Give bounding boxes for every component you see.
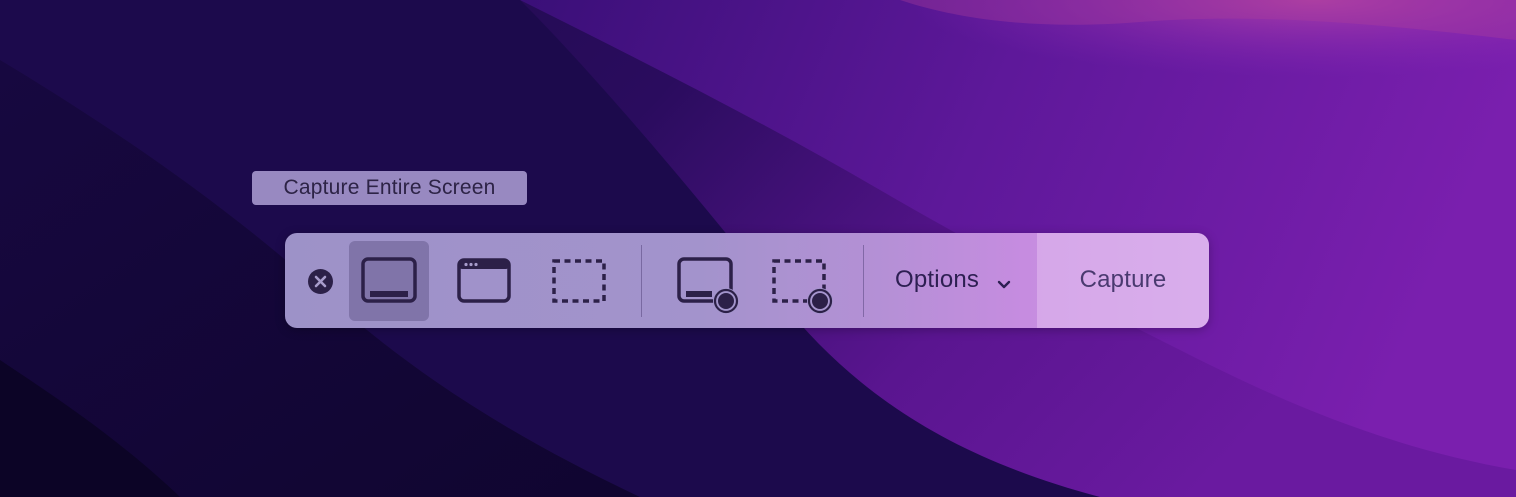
capture-selected-portion-button[interactable] [539,241,619,321]
options-label: Options [895,266,980,293]
entire-screen-icon [361,257,417,303]
capture-button[interactable]: Capture [1037,233,1209,328]
capture-selected-window-button[interactable] [445,241,525,321]
capture-label: Capture [1079,266,1167,293]
window-icon [457,258,511,303]
toolbar-divider [641,245,642,317]
record-screen-icon [677,257,739,314]
close-button[interactable] [308,269,333,294]
record-selection-icon [772,259,833,314]
chevron-down-icon [997,280,1011,289]
options-button[interactable]: Options [873,233,1037,328]
close-icon [314,275,327,288]
tooltip: Capture Entire Screen [252,171,527,205]
dashed-selection-icon [552,259,606,303]
record-entire-screen-button[interactable] [665,241,745,321]
record-selected-portion-button[interactable] [759,241,839,321]
screenshot-toolbar: Options Capture [285,233,1209,328]
capture-entire-screen-button[interactable] [349,241,429,321]
toolbar-divider [863,245,864,317]
